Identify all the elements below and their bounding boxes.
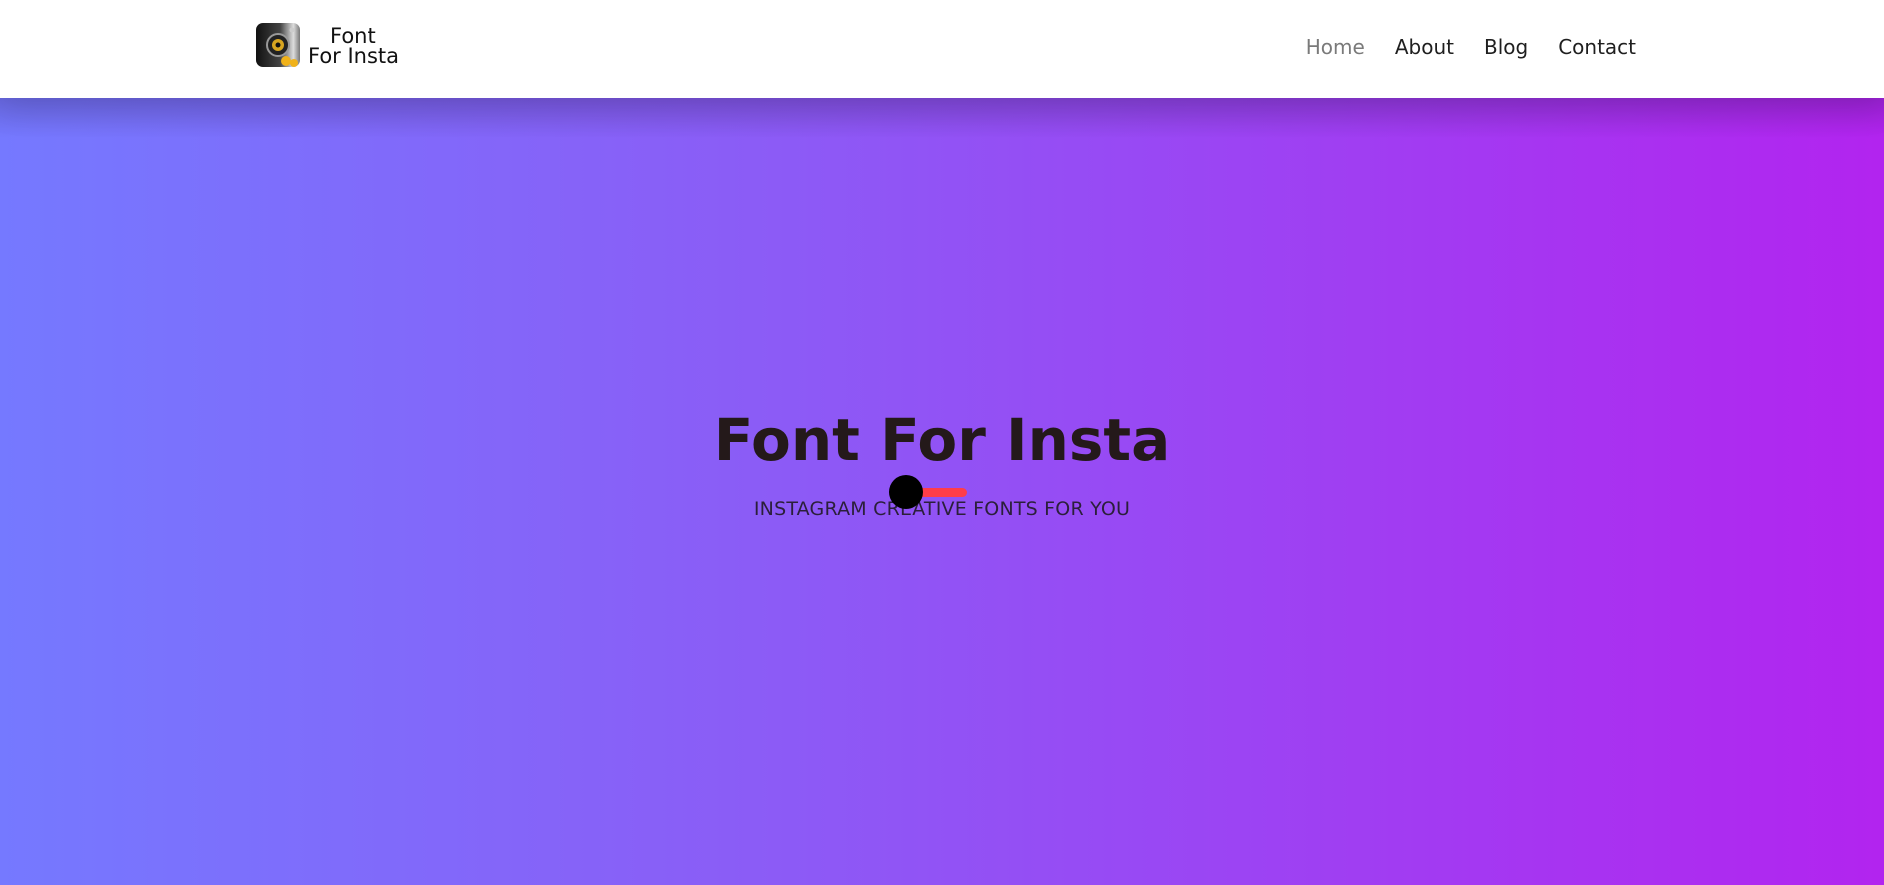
logo-text-line1: Font — [330, 24, 376, 48]
nav-link-contact[interactable]: Contact — [1558, 30, 1636, 64]
main-nav: Home About Blog Contact — [1306, 30, 1636, 64]
hero-title: Font For Insta — [713, 406, 1171, 474]
site-logo-link[interactable]: Font For Insta — [256, 22, 399, 70]
theme-toggle-switch[interactable] — [889, 474, 979, 510]
nav-link-blog[interactable]: Blog — [1484, 30, 1528, 64]
nav-link-about[interactable]: About — [1395, 30, 1454, 64]
site-header: Font For Insta Home About Blog Contact — [0, 0, 1884, 98]
toggle-knob — [889, 475, 923, 509]
nav-link-home[interactable]: Home — [1306, 30, 1365, 64]
logo-text-line2: For Insta — [308, 44, 400, 68]
page: Font For Insta Home About Blog Contact F… — [0, 0, 1884, 885]
logo-text: Font For Insta — [308, 24, 400, 68]
camera-logo-icon — [256, 23, 302, 69]
